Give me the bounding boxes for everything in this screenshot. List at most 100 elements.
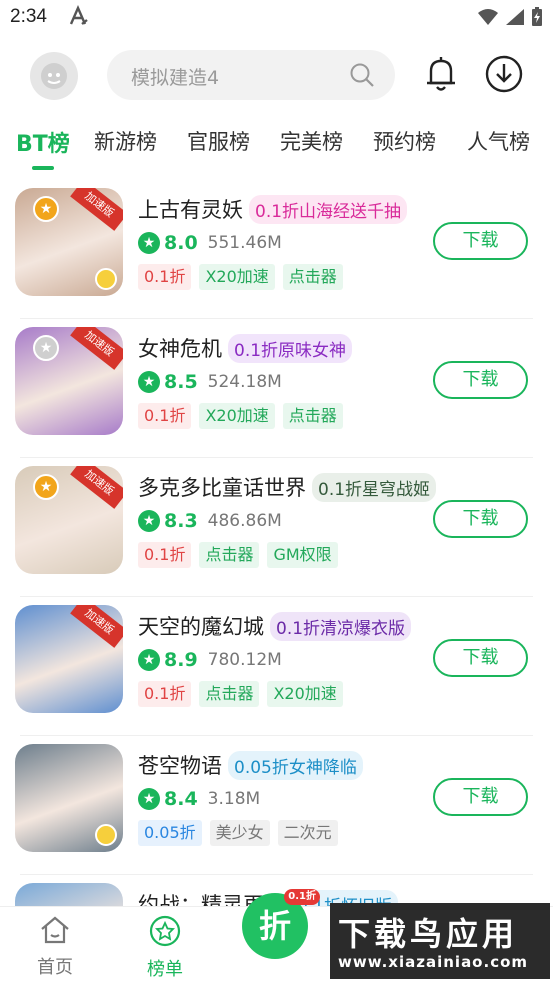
game-tag: X20加速 <box>199 403 275 429</box>
search-bar[interactable]: 模拟建造4 <box>107 50 395 100</box>
download-button[interactable]: 下载 <box>433 361 528 399</box>
coin-icon <box>95 824 117 846</box>
game-name[interactable]: 多克多比童话世界 <box>138 472 306 502</box>
promo-badge: 0.05折女神降临 <box>228 750 363 780</box>
game-rating: 8.4 <box>164 788 198 810</box>
bell-icon[interactable] <box>423 54 459 94</box>
game-thumbnail[interactable]: ★ 加速版 <box>15 188 123 296</box>
game-thumbnail[interactable]: ★ 加速版 <box>15 327 123 435</box>
game-tag: 点击器 <box>282 403 343 429</box>
favorite-star-icon: ★ <box>33 474 59 500</box>
game-list[interactable]: ★ 加速版 上古有灵妖 0.1折山海经送千抽 ★ 8.0 551.46M 0.1折 X20加速点… <box>0 180 553 910</box>
download-manager-icon[interactable] <box>484 54 524 94</box>
game-size: 486.86M <box>207 511 282 531</box>
game-tags: 0.1折 点击器 X20加速 <box>138 681 343 707</box>
game-size: 551.46M <box>207 233 282 253</box>
game-name[interactable]: 上古有灵妖 <box>138 194 243 224</box>
nav-home[interactable]: 首页 <box>20 915 90 979</box>
tab-perfect[interactable]: 完美榜 <box>280 126 343 156</box>
game-title-row: 苍空物语 0.05折女神降临 <box>138 750 363 780</box>
bottom-nav: 首页 榜单 折 0.1折 下载鸟应用 www.xiazainiao.com <box>0 889 553 984</box>
favorite-star-icon: ★ <box>33 196 59 222</box>
download-button[interactable]: 下载 <box>433 778 528 816</box>
promo-badge: 0.1折星穹战姬 <box>312 472 437 502</box>
game-size: 3.18M <box>207 789 261 809</box>
game-tag: 0.05折 <box>138 820 202 846</box>
game-tag: 0.1折 <box>138 542 192 568</box>
game-list-item[interactable]: ★ 加速版 上古有灵妖 0.1折山海经送千抽 ★ 8.0 551.46M 0.1折 X20加速点… <box>0 180 553 319</box>
signal-icon <box>506 9 524 25</box>
game-tag: 点击器 <box>199 681 260 707</box>
game-meta-row: ★ 8.5 524.18M <box>138 369 282 395</box>
nav-home-label: 首页 <box>37 957 73 978</box>
game-tags: 0.1折 X20加速 点击器 <box>138 264 343 290</box>
watermark-url: www.xiazainiao.com <box>338 953 529 971</box>
game-size: 524.18M <box>207 372 282 392</box>
game-thumbnail[interactable]: 加速版 <box>15 605 123 713</box>
download-button[interactable]: 下载 <box>433 500 528 538</box>
game-meta-row: ★ 8.3 486.86M <box>138 508 282 534</box>
tab-reserve[interactable]: 预约榜 <box>373 126 436 156</box>
rating-star-icon: ★ <box>138 649 160 671</box>
speed-badge: 加速版 <box>70 327 123 370</box>
game-name[interactable]: 苍空物语 <box>138 750 222 780</box>
tab-official[interactable]: 官服榜 <box>187 126 250 156</box>
game-list-item[interactable]: ★ 加速版 女神危机 0.1折原味女神 ★ 8.5 524.18M 0.1折 X20加速 点击器 下… <box>0 319 553 458</box>
search-input[interactable]: 模拟建造4 <box>131 63 219 90</box>
discount-fab-button[interactable]: 折 0.1折 <box>242 889 320 959</box>
download-button[interactable]: 下载 <box>433 222 528 260</box>
game-meta-row: ★ 8.0 551.46M <box>138 230 282 256</box>
game-thumbnail[interactable]: ★ 加速版 <box>15 466 123 574</box>
nav-ranking-label: 榜单 <box>147 959 183 980</box>
game-tag: X20加速 <box>267 681 343 707</box>
speed-badge: 加速版 <box>70 466 123 509</box>
nav-ranking[interactable]: 榜单 <box>130 915 200 981</box>
game-title-row: 女神危机 0.1折原味女神 <box>138 333 353 363</box>
game-rating: 8.0 <box>164 232 198 254</box>
game-rating: 8.3 <box>164 510 198 532</box>
game-tags: 0.1折 X20加速 点击器 <box>138 403 343 429</box>
game-title-row: 上古有灵妖 0.1折山海经送千抽 <box>138 194 408 224</box>
star-circle-icon <box>149 915 181 947</box>
status-icons <box>477 6 543 28</box>
game-name[interactable]: 女神危机 <box>138 333 222 363</box>
game-list-item[interactable]: ★ 加速版 多克多比童话世界 0.1折星穹战姬 ★ 8.3 486.86M 0.1折 点击器 GM… <box>0 458 553 597</box>
watermark-title: 下载鸟应用 <box>338 915 519 953</box>
coin-icon <box>95 268 117 290</box>
game-size: 780.12M <box>207 650 282 670</box>
mascot-icon <box>41 63 67 89</box>
game-meta-row: ★ 8.9 780.12M <box>138 647 282 673</box>
rating-star-icon: ★ <box>138 788 160 810</box>
game-name[interactable]: 天空的魔幻城 <box>138 611 264 641</box>
game-tag: 0.1折 <box>138 264 192 290</box>
fab-label: 折 <box>258 907 291 945</box>
status-time: 2:34 <box>10 6 47 27</box>
game-tag: 点击器 <box>199 542 260 568</box>
game-title-row: 多克多比童话世界 0.1折星穹战姬 <box>138 472 437 502</box>
game-tag: X20加速 <box>199 264 275 290</box>
speed-badge: 加速版 <box>70 188 123 231</box>
rating-star-icon: ★ <box>138 510 160 532</box>
active-tab-indicator <box>32 166 54 170</box>
app-logo[interactable] <box>30 52 78 100</box>
game-list-item[interactable]: 加速版 天空的魔幻城 0.1折清凉爆衣版 ★ 8.9 780.12M 0.1折 点击器 X20加… <box>0 597 553 736</box>
game-tag: 点击器 <box>282 264 343 290</box>
fab-badge: 0.1折 <box>284 889 320 905</box>
search-icon[interactable] <box>349 62 375 88</box>
game-rating: 8.9 <box>164 649 198 671</box>
speed-badge: 加速版 <box>70 605 123 648</box>
tab-popular[interactable]: 人气榜 <box>467 126 530 156</box>
home-icon <box>41 916 69 944</box>
accessibility-icon <box>69 5 88 25</box>
promo-badge: 0.1折原味女神 <box>228 333 353 363</box>
game-title-row: 天空的魔幻城 0.1折清凉爆衣版 <box>138 611 412 641</box>
wifi-icon <box>478 9 498 25</box>
watermark: 下载鸟应用 www.xiazainiao.com <box>330 903 550 979</box>
favorite-star-icon: ★ <box>33 335 59 361</box>
tab-new[interactable]: 新游榜 <box>94 126 157 156</box>
game-list-item[interactable]: 苍空物语 0.05折女神降临 ★ 8.4 3.18M 0.05折 美少女 二次元 下载 <box>0 736 553 875</box>
game-thumbnail[interactable] <box>15 744 123 852</box>
tab-bt[interactable]: BT榜 <box>16 126 70 158</box>
download-button[interactable]: 下载 <box>433 639 528 677</box>
game-tag: GM权限 <box>267 542 338 568</box>
